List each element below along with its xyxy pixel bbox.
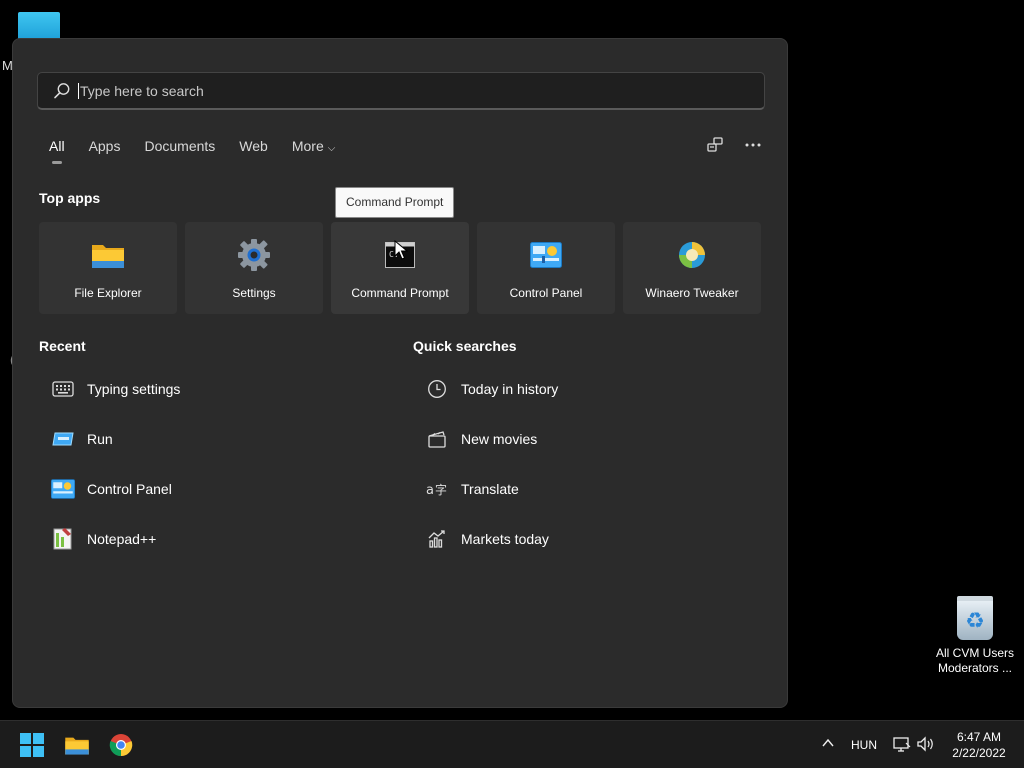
quick-search-label: Translate bbox=[461, 481, 519, 497]
recent-item-typing-settings[interactable]: Typing settings bbox=[39, 364, 369, 414]
svg-text:a: a bbox=[426, 483, 434, 498]
app-tile-settings[interactable]: Settings bbox=[185, 222, 323, 314]
app-tile-label: Command Prompt bbox=[351, 286, 449, 300]
text-caret bbox=[78, 82, 79, 99]
quick-search-today-in-history[interactable]: Today in history bbox=[413, 364, 743, 414]
translate-icon: a 字 bbox=[425, 477, 449, 501]
recent-item-label: Typing settings bbox=[87, 381, 181, 397]
recycle-bin-label-line1: All CVM Users bbox=[935, 646, 1014, 660]
gear-icon bbox=[237, 238, 271, 272]
recent-item-notepad-plus-plus[interactable]: Notepad++ bbox=[39, 514, 369, 564]
search-panel: All Apps Documents Web More⌵ Top apps bbox=[12, 38, 788, 708]
recent-title: Recent bbox=[39, 338, 86, 354]
chrome-taskbar-button[interactable] bbox=[107, 731, 135, 759]
tab-documents[interactable]: Documents bbox=[144, 137, 215, 165]
control-panel-icon bbox=[51, 477, 75, 501]
winaero-icon bbox=[675, 238, 709, 272]
desktop-icon[interactable] bbox=[18, 12, 60, 40]
mouse-cursor-icon bbox=[394, 240, 408, 260]
start-button[interactable] bbox=[18, 731, 46, 759]
tab-apps[interactable]: Apps bbox=[89, 137, 121, 165]
chart-icon bbox=[425, 527, 449, 551]
more-options-icon[interactable] bbox=[743, 135, 763, 155]
recent-item-label: Control Panel bbox=[87, 481, 172, 497]
app-tile-label: Control Panel bbox=[509, 286, 583, 300]
folder-icon bbox=[91, 238, 125, 272]
clapperboard-icon bbox=[425, 427, 449, 451]
share-icon[interactable] bbox=[705, 135, 725, 155]
keyboard-icon bbox=[51, 377, 75, 401]
search-icon bbox=[54, 82, 70, 98]
tab-more[interactable]: More ⌵ bbox=[292, 137, 336, 165]
tab-more-label: More bbox=[291, 138, 324, 154]
tab-all[interactable]: All bbox=[49, 137, 65, 165]
app-tile-winaero-tweaker[interactable]: Winaero Tweaker bbox=[623, 222, 761, 314]
app-tile-label: Winaero Tweaker bbox=[645, 286, 739, 300]
quick-searches-title: Quick searches bbox=[413, 338, 517, 354]
chrome-icon bbox=[109, 734, 133, 757]
recent-item-label: Notepad++ bbox=[87, 531, 157, 547]
control-panel-icon bbox=[529, 238, 563, 272]
quick-search-label: Markets today bbox=[461, 531, 549, 547]
recent-item-run[interactable]: Run bbox=[39, 414, 369, 464]
search-input[interactable] bbox=[80, 82, 764, 99]
network-icon[interactable] bbox=[892, 735, 912, 753]
recent-item-label: Run bbox=[87, 431, 113, 447]
tabs-right-actions bbox=[705, 135, 763, 155]
search-box[interactable] bbox=[37, 72, 765, 110]
recycle-bin-icon bbox=[957, 596, 993, 640]
quick-searches-list: Today in history New movies a 字 Translat bbox=[413, 364, 743, 564]
file-explorer-taskbar-button[interactable] bbox=[63, 731, 91, 759]
tab-web[interactable]: Web bbox=[239, 137, 268, 165]
quick-search-translate[interactable]: a 字 Translate bbox=[413, 464, 743, 514]
app-tile-label: Settings bbox=[232, 286, 276, 300]
app-tile-file-explorer[interactable]: File Explorer bbox=[39, 222, 177, 314]
folder-icon bbox=[65, 737, 89, 755]
chevron-up-icon[interactable] bbox=[820, 735, 836, 751]
clock[interactable]: 6:47 AM 2/22/2022 bbox=[944, 729, 1014, 761]
search-filter-tabs: All Apps Documents Web More ⌵ bbox=[49, 137, 359, 165]
chevron-down-icon: ⌵ bbox=[327, 143, 336, 154]
recycle-bin-label-line2: Moderators ... bbox=[937, 661, 1013, 675]
quick-search-new-movies[interactable]: New movies bbox=[413, 414, 743, 464]
volume-icon[interactable] bbox=[916, 735, 936, 753]
recycle-bin-desktop-icon[interactable]: All CVM Users Moderators ... bbox=[930, 596, 1020, 676]
windows-logo-icon bbox=[20, 733, 44, 757]
app-tile-label: File Explorer bbox=[74, 286, 142, 300]
taskbar: HUN 6:47 AM 2/22/2022 bbox=[0, 720, 1024, 768]
run-icon bbox=[51, 427, 75, 451]
recent-list: Typing settings Run Control Panel Notepa… bbox=[39, 364, 369, 564]
quick-search-label: New movies bbox=[461, 431, 538, 447]
svg-text:字: 字 bbox=[435, 482, 447, 497]
clock-time: 6:47 AM bbox=[956, 730, 1002, 744]
top-apps-row: File Explorer Settings Command Prompt Co… bbox=[39, 222, 761, 314]
clock-icon bbox=[425, 377, 449, 401]
app-tile-control-panel[interactable]: Control Panel bbox=[477, 222, 615, 314]
app-tile-command-prompt[interactable]: C:\ Command Prompt bbox=[331, 222, 469, 314]
quick-search-label: Today in history bbox=[461, 381, 559, 397]
notepad-plus-icon bbox=[51, 527, 75, 551]
clock-date: 2/22/2022 bbox=[952, 746, 1006, 760]
recent-item-control-panel[interactable]: Control Panel bbox=[39, 464, 369, 514]
quick-search-markets-today[interactable]: Markets today bbox=[413, 514, 743, 564]
language-indicator[interactable]: HUN bbox=[851, 738, 877, 752]
tooltip: Command Prompt bbox=[335, 187, 455, 218]
top-apps-title: Top apps bbox=[39, 190, 101, 206]
